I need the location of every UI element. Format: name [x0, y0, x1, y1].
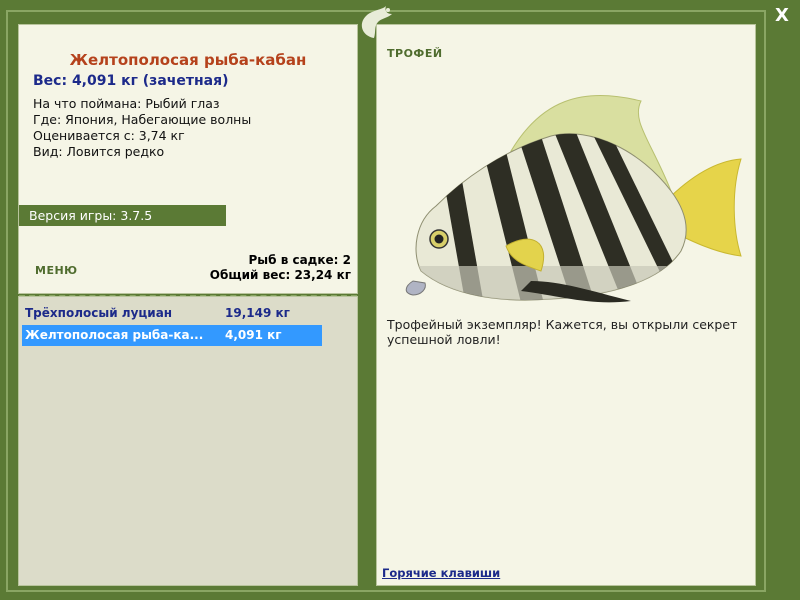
menu-button[interactable]: МЕНЮ	[35, 264, 78, 277]
rated-from-info: Оценивается с: 3,74 кг	[33, 128, 185, 143]
hotkeys-link[interactable]: Горячие клавиши	[382, 566, 500, 580]
fish-image	[405, 94, 742, 303]
location-info: Где: Япония, Набегающие волны	[33, 112, 252, 127]
list-item-name: Трёхполосый луциан	[25, 306, 173, 320]
fish-title: Желтополосая рыба-кабан	[69, 51, 307, 69]
fish-weight: Вес: 4,091 кг (зачетная)	[33, 73, 229, 89]
list-item[interactable]: Трёхполосый луциан 19,149 кг	[22, 303, 322, 324]
trophy-panel: ТРОФЕЙ Трофейный экземпляр! Кажется, вы …	[376, 24, 756, 586]
list-item-weight: 19,149 кг	[225, 306, 290, 320]
trophy-badge: ТРОФЕЙ	[387, 47, 443, 60]
fish-count: Рыб в садке: 2	[248, 253, 352, 267]
trophy-description: Трофейный экземпляр! Кажется, вы открыли…	[387, 317, 738, 347]
close-button[interactable]: X	[772, 6, 792, 26]
bait-info: На что поймана: Рыбий глаз	[33, 96, 220, 111]
rarity-info: Вид: Ловится редко	[33, 144, 165, 159]
fish-info-panel: Желтополосая рыба-кабан Вес: 4,091 кг (з…	[18, 24, 358, 297]
list-item-name: Желтополосая рыба-ка...	[25, 328, 204, 342]
list-item-weight: 4,091 кг	[225, 328, 282, 342]
keepnet-list: Трёхполосый луциан 19,149 кг Желтополоса…	[18, 296, 358, 586]
list-item-selected[interactable]: Желтополосая рыба-ка... 4,091 кг	[22, 325, 322, 346]
game-version: Версия игры: 3.7.5	[19, 205, 226, 226]
keepnet-stats: Рыб в садке: 2 Общий вес: 23,24 кг	[210, 253, 351, 283]
total-weight: Общий вес: 23,24 кг	[209, 268, 351, 282]
